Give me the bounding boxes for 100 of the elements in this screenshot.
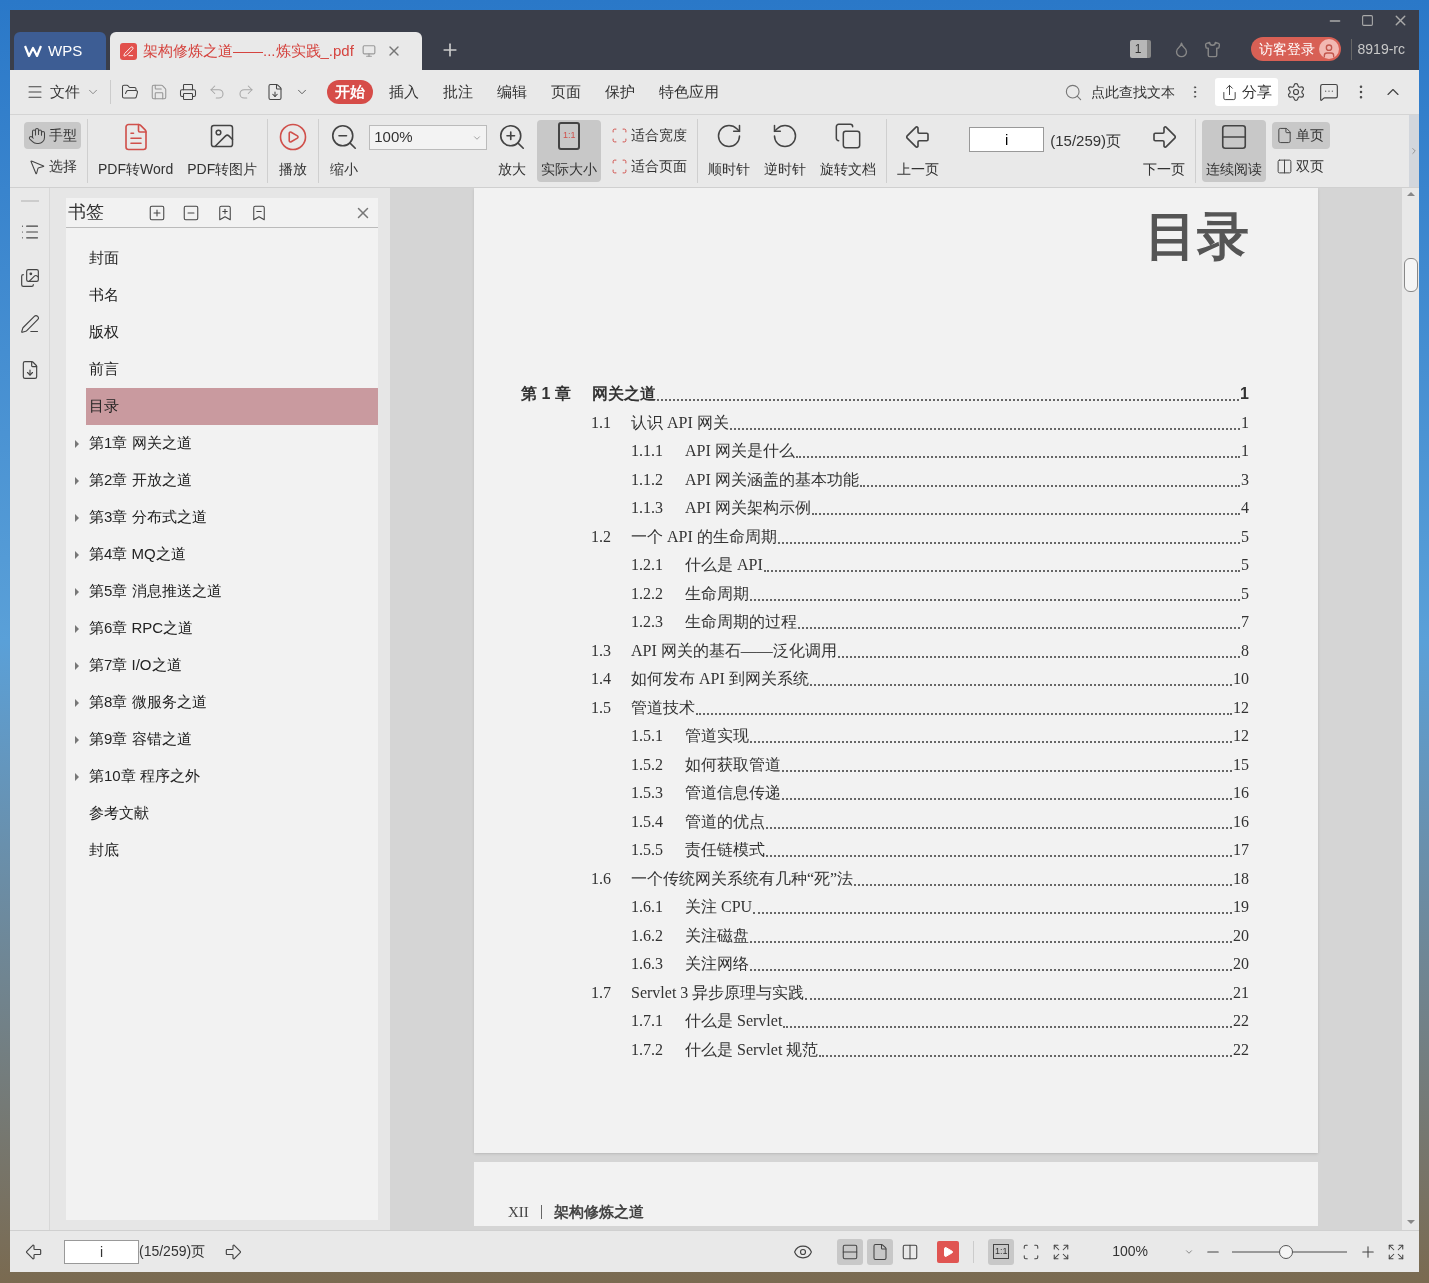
menu-tab[interactable]: 编辑: [489, 80, 535, 104]
bookmark-item[interactable]: 封面: [86, 240, 378, 277]
double-page-button[interactable]: 双页: [1272, 153, 1331, 180]
page-number-field[interactable]: i: [64, 1239, 139, 1264]
toc-number: 1.6.2: [631, 925, 664, 946]
expand-arrow-icon[interactable]: [75, 698, 79, 707]
shirt-icon[interactable]: [1203, 40, 1221, 58]
expand-all-icon[interactable]: [148, 203, 166, 222]
home-tab[interactable]: WPS: [14, 32, 106, 70]
bookmark-item[interactable]: 第2章 开放之道: [86, 462, 378, 499]
menu-tab[interactable]: 插入: [381, 80, 427, 104]
pages-icon: [834, 122, 863, 150]
play-button[interactable]: [937, 1240, 960, 1263]
settings-icon[interactable]: [1286, 82, 1306, 102]
rotate-document-button[interactable]: 旋转文档: [816, 120, 881, 182]
toc-number: 1.1.1: [631, 441, 664, 461]
menu-tab[interactable]: 保护: [597, 80, 643, 104]
zoom-value[interactable]: 100%: [1112, 1241, 1148, 1262]
fit-page-button[interactable]: 适合页面: [607, 153, 692, 180]
remove-bookmark-icon[interactable]: [250, 203, 268, 222]
bookmark-item[interactable]: 目录: [86, 388, 378, 425]
bookmark-item[interactable]: 第8章 微服务之道: [86, 684, 378, 721]
rotate-clockwise-button[interactable]: 顺时针: [704, 120, 755, 182]
pen-icon[interactable]: [19, 314, 40, 334]
zoom-in-button[interactable]: 放大: [493, 120, 532, 182]
search-field[interactable]: 点此查找文本: [1064, 81, 1187, 103]
bookmark-item[interactable]: 第6章 RPC之道: [86, 610, 378, 647]
bookmark-item[interactable]: 第3章 分布式之道: [86, 499, 378, 536]
expand-arrow-icon[interactable]: [75, 735, 79, 744]
view-mode-button[interactable]: [837, 1238, 864, 1265]
expand-arrow-icon[interactable]: [75, 772, 79, 781]
print-icon[interactable]: [179, 83, 197, 101]
window-count-badge[interactable]: 1: [1129, 40, 1151, 58]
bookmark-item[interactable]: 第4章 MQ之道: [86, 536, 378, 573]
expand-arrow-icon[interactable]: [75, 550, 79, 559]
toc-number: 1.2: [591, 526, 612, 547]
add-bookmark-icon[interactable]: [216, 203, 234, 222]
page-number-field[interactable]: i: [969, 127, 1045, 152]
share-button[interactable]: 分享: [1215, 78, 1278, 106]
toc-title: API 网关是什么: [685, 441, 795, 461]
expand-arrow-icon[interactable]: [75, 439, 79, 448]
bookmark-item[interactable]: 第1章 网关之道: [86, 425, 378, 462]
pdf-to-word-button[interactable]: PDF转Word: [94, 120, 178, 182]
bookmark-item[interactable]: 第7章 I/O之道: [86, 647, 378, 684]
next-page-button[interactable]: 下一页: [1139, 120, 1190, 182]
play-button[interactable]: 播放: [274, 120, 313, 182]
bookmark-item[interactable]: 参考文献: [86, 795, 378, 832]
actual-size-button[interactable]: 1:1 实际大小: [537, 120, 602, 182]
menu-tab[interactable]: 页面: [543, 80, 589, 104]
select-tool-button[interactable]: 选择: [24, 153, 81, 180]
maximize-icon[interactable]: [1361, 14, 1374, 27]
toc-number: 1.6.1: [631, 897, 664, 917]
actual-size-button[interactable]: 1:1: [988, 1238, 1015, 1265]
toc-number: 1.7: [591, 982, 612, 1003]
zoom-out-button[interactable]: 缩小: [325, 120, 364, 182]
expand-arrow-icon[interactable]: [75, 476, 79, 485]
menu-tab[interactable]: 开始: [327, 80, 373, 104]
bookmark-item[interactable]: 第9章 容错之道: [86, 721, 378, 758]
user-name: 8919-rc: [1350, 38, 1405, 60]
continuous-reading-button[interactable]: 连续阅读: [1202, 120, 1267, 182]
toc-title: 什么是 Servlet 规范: [685, 1039, 819, 1060]
expand-arrow-icon[interactable]: [75, 587, 79, 596]
bookmark-item[interactable]: 前言: [86, 351, 378, 388]
fit-width-button[interactable]: 适合宽度: [607, 122, 692, 149]
expand-arrow-icon[interactable]: [75, 661, 79, 670]
zoom-field[interactable]: 100%: [369, 125, 488, 150]
pdf-to-image-button[interactable]: PDF转图片: [183, 120, 262, 182]
toc-page-number: 5: [1241, 526, 1249, 547]
fullscreen-icon[interactable]: [1387, 1242, 1405, 1261]
bookmark-item[interactable]: 第5章 消息推送之道: [86, 573, 378, 610]
toc-title: 管道信息传递: [685, 783, 781, 803]
collapse-all-icon[interactable]: [182, 203, 200, 222]
zoom-slider[interactable]: [1232, 1243, 1347, 1260]
bookmark-item[interactable]: 第10章 程序之外: [86, 758, 378, 795]
expand-arrow-icon[interactable]: [75, 513, 79, 522]
rotate-counterclockwise-button[interactable]: 逆时针: [760, 120, 811, 182]
scrollbar[interactable]: [1402, 188, 1419, 1230]
hand-tool-button[interactable]: 手型: [24, 122, 81, 149]
single-page-button[interactable]: 单页: [1272, 122, 1331, 149]
view-mode-button[interactable]: [867, 1238, 894, 1265]
menu-tab[interactable]: 特色应用: [651, 80, 727, 104]
expand-arrow-icon[interactable]: [75, 624, 79, 633]
folder-icon[interactable]: [121, 83, 139, 101]
export-icon[interactable]: [266, 83, 284, 101]
guest-login-button[interactable]: 访客登录: [1250, 37, 1341, 61]
comment-icon[interactable]: [1319, 82, 1339, 102]
bookmark-item[interactable]: 书名: [86, 277, 378, 314]
menu-tab[interactable]: 批注: [435, 80, 481, 104]
bookmark-item[interactable]: 版权: [86, 314, 378, 351]
toc-number: 1.2.1: [631, 555, 664, 575]
fit-width-icon[interactable]: [1052, 1242, 1071, 1261]
fit-page-icon[interactable]: [1022, 1242, 1041, 1261]
bookmark-item[interactable]: 封底: [86, 832, 378, 869]
previous-page-button[interactable]: 上一页: [893, 120, 944, 182]
slider-thumb[interactable]: [1279, 1244, 1294, 1259]
toc-number: 1.1.3: [631, 498, 664, 518]
fit-icon: [611, 158, 629, 175]
file-menu[interactable]: 文件: [26, 80, 100, 104]
document-tab[interactable]: 架构修炼之道——...炼实践_.pdf: [110, 32, 422, 70]
thumbnails-icon[interactable]: [19, 268, 40, 288]
